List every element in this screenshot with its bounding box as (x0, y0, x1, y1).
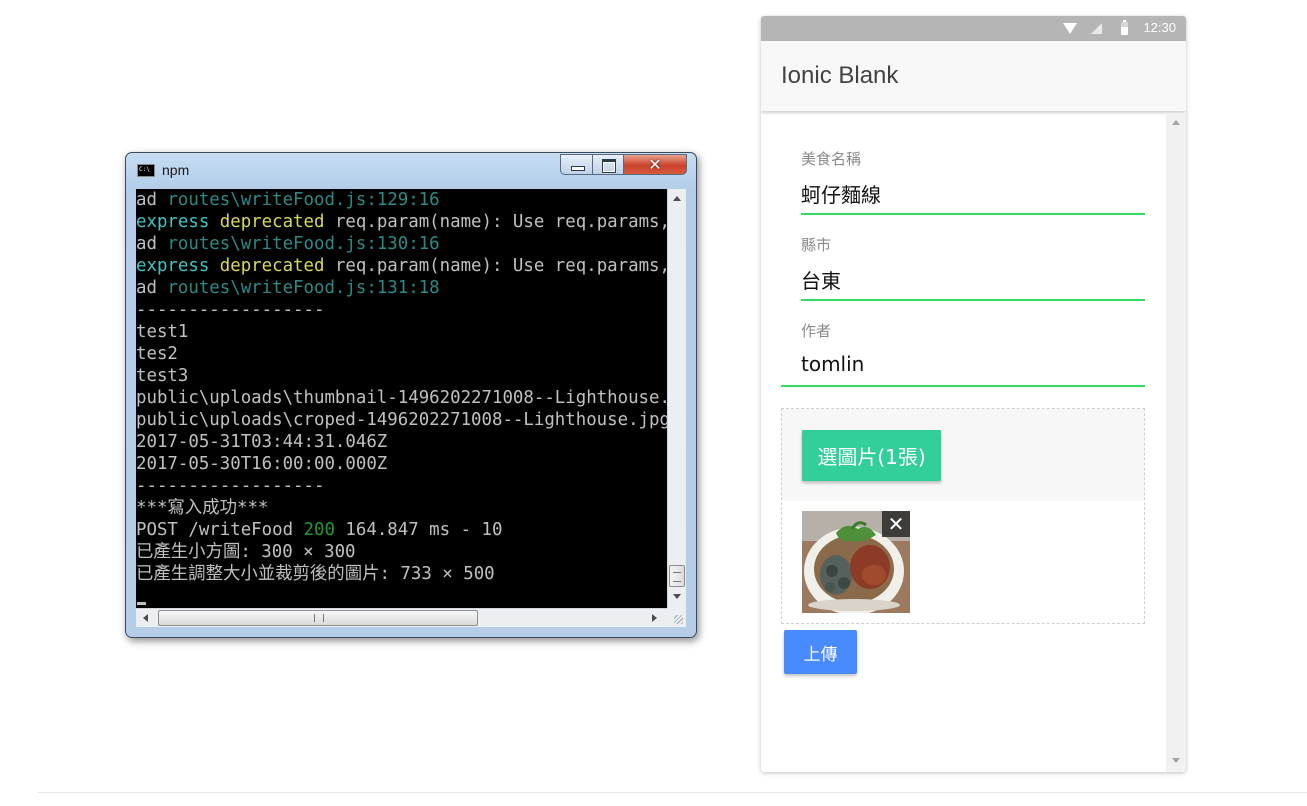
console-line: express deprecated req.param(name): Use … (136, 211, 667, 233)
console-text-segment: ------------------ (136, 300, 325, 320)
console-line: 已產生調整大小並裁剪後的圖片: 733 × 500 (136, 563, 667, 585)
console-text-segment: test1 (136, 322, 189, 342)
console-line: 2017-05-30T16:00:00.000Z (136, 453, 667, 475)
pick-image-button[interactable]: 選圖片(1張) (802, 430, 941, 481)
image-upload-area: 選圖片(1張) ✕ (781, 408, 1145, 624)
scroll-left-arrow-icon[interactable] (143, 614, 148, 622)
battery-icon (1121, 20, 1128, 35)
console-line: ad routes\writeFood.js:129:16 (136, 189, 667, 211)
page-scroll-down-icon[interactable] (1172, 758, 1180, 763)
console-text-segment: 已產生調整大小並裁剪後的圖片: 733 × 500 (136, 564, 495, 584)
window-title: npm (162, 162, 190, 178)
console-line: ad routes\writeFood.js:131:18 (136, 277, 667, 299)
author-label: 作者 (801, 322, 832, 340)
close-button[interactable]: ✕ (623, 154, 687, 175)
console-text-segment: routes\writeFood.js:131:18 (167, 278, 440, 298)
page-divider (38, 792, 1307, 793)
page-title: Ionic Blank (781, 62, 899, 89)
console-line: express deprecated req.param(name): Use … (136, 255, 667, 277)
scroll-down-arrow-icon[interactable] (673, 594, 681, 599)
toolbar: Ionic Blank (761, 41, 1186, 111)
resize-grip-icon[interactable] (667, 608, 686, 627)
console-text-segment: ***寫入成功*** (136, 498, 269, 518)
food-name-label: 美食名稱 (801, 150, 862, 168)
maximize-button[interactable] (592, 154, 624, 175)
console-text-segment: express (136, 212, 220, 232)
ionic-app-preview: 12:30 Ionic Blank 美食名稱 縣市 作者 選圖片(1張) (761, 16, 1186, 772)
vertical-scroll-thumb[interactable] (669, 565, 685, 587)
command-prompt-icon (137, 164, 155, 177)
console-line: ad routes\writeFood.js:130:16 (136, 233, 667, 255)
horizontal-scroll-thumb[interactable] (158, 610, 478, 626)
county-label: 縣市 (801, 236, 832, 254)
form-content: 美食名稱 縣市 作者 選圖片(1張) (761, 113, 1166, 772)
npm-console-window[interactable]: npm ✕ ad routes\writeFood.js:129:16expre… (125, 152, 697, 638)
wifi-icon (1063, 23, 1077, 34)
console-line: test1 (136, 321, 667, 343)
console-line: ------------------ (136, 299, 667, 321)
console-text-segment: express (136, 256, 220, 276)
upload-header: 選圖片(1張) (782, 409, 1144, 501)
console-text-segment: 200 (303, 520, 335, 540)
console-text-segment: 2017-05-30T16:00:00.000Z (136, 454, 388, 474)
status-bar: 12:30 (761, 16, 1186, 41)
console-line: ***寫入成功*** (136, 497, 667, 519)
close-icon: ✕ (648, 155, 662, 174)
console-line: 已產生小方圖: 300 × 300 (136, 541, 667, 563)
scroll-up-arrow-icon[interactable] (673, 196, 681, 201)
console-text-segment: 2017-05-31T03:44:31.046Z (136, 432, 388, 452)
food-name-underline (801, 213, 1145, 215)
console-line: POST /writeFood 200 164.847 ms - 10 (136, 519, 667, 541)
console-line: test3 (136, 365, 667, 387)
console-text-segment: test3 (136, 366, 189, 386)
page-scroll-up-icon[interactable] (1172, 120, 1180, 125)
minimize-icon (571, 166, 585, 171)
author-underline (781, 385, 1145, 387)
console-text-segment: req.param(name): Use req.params, r (334, 212, 667, 232)
maximize-icon (602, 159, 616, 173)
console-text-segment: deprecated (219, 256, 335, 276)
upload-submit-button[interactable]: 上傳 (784, 630, 857, 674)
console-text-segment: ------------------ (136, 476, 325, 496)
console-text-segment: routes\writeFood.js:129:16 (167, 190, 440, 210)
scroll-right-arrow-icon[interactable] (652, 614, 657, 622)
vertical-scrollbar[interactable] (667, 189, 686, 608)
status-time: 12:30 (1143, 20, 1176, 35)
console-line: tes2 (136, 343, 667, 365)
console-output[interactable]: ad routes\writeFood.js:129:16 express dep… (136, 189, 667, 608)
console-line: public\uploads\croped-1496202271008--Lig… (136, 409, 667, 431)
page-scrollbar[interactable] (1166, 113, 1186, 772)
food-name-input[interactable] (801, 181, 1145, 205)
minimize-button[interactable] (560, 154, 593, 175)
console-cursor (137, 602, 146, 605)
console-text-segment: public\uploads\thumbnail-1496202271008--… (136, 388, 667, 408)
console-text-segment: ad (136, 190, 168, 210)
console-text-segment: req.param(name): Use req.params, r (334, 256, 667, 276)
console-text-segment: ad (136, 278, 168, 298)
console-text-segment: public\uploads\croped-1496202271008--Lig… (136, 410, 667, 430)
console-line: public\uploads\thumbnail-1496202271008--… (136, 387, 667, 409)
county-underline (801, 299, 1145, 301)
horizontal-scrollbar[interactable] (136, 608, 667, 627)
console-text-segment: 164.847 ms - 10 (334, 520, 503, 540)
county-input[interactable] (801, 267, 1145, 291)
console-text-segment: 已產生小方圖: 300 × 300 (136, 542, 356, 562)
console-text-segment: routes\writeFood.js:130:16 (167, 234, 440, 254)
image-thumbnail: ✕ (802, 511, 910, 613)
signal-icon (1091, 23, 1102, 34)
console-text-segment: deprecated (219, 212, 335, 232)
console-text-segment: POST /writeFood (136, 520, 304, 540)
console-line: ------------------ (136, 475, 667, 497)
remove-image-button[interactable]: ✕ (882, 511, 910, 537)
console-text-segment: ad (136, 234, 168, 254)
console-text-segment: tes2 (136, 344, 178, 364)
console-line: 2017-05-31T03:44:31.046Z (136, 431, 667, 453)
author-input[interactable] (801, 352, 1145, 376)
